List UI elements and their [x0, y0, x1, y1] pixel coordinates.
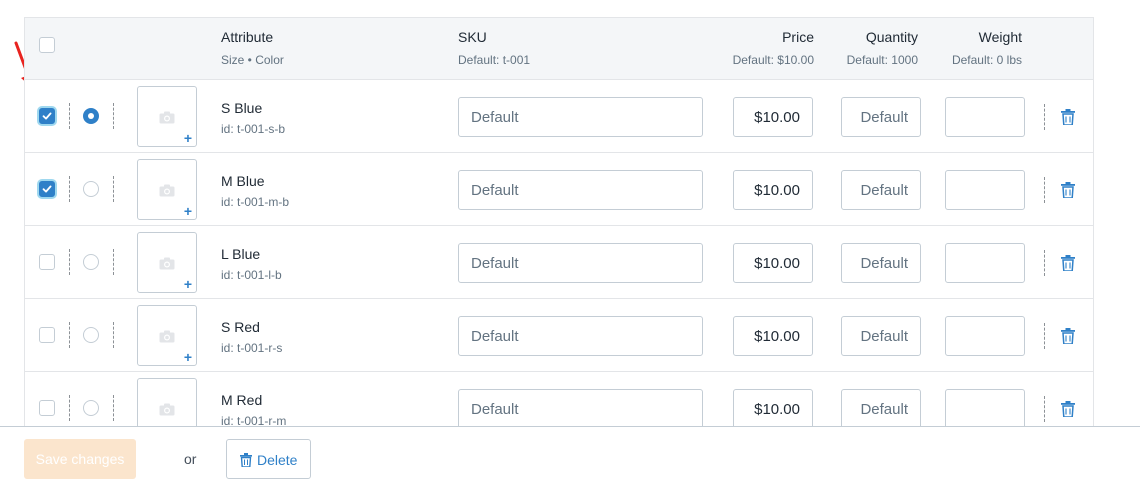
weight-column-title: Weight: [978, 29, 1022, 45]
delete-button[interactable]: Delete: [226, 439, 311, 479]
trash-icon[interactable]: [1061, 109, 1075, 125]
row-separator: [1044, 323, 1045, 349]
footer-bar: Save changes or Delete: [0, 426, 1140, 489]
drag-handle-left[interactable]: [69, 249, 70, 275]
variant-name: S Blue: [221, 100, 263, 116]
row-select-checkbox[interactable]: [39, 327, 55, 343]
row-select-checkbox[interactable]: [39, 181, 55, 197]
price-input[interactable]: [733, 243, 813, 283]
variant-id: id: t-001-m-b: [221, 195, 290, 209]
save-changes-button[interactable]: Save changes: [24, 439, 136, 479]
table-row: + L Blue id: t-001-l-b: [25, 226, 1093, 299]
price-column-title: Price: [782, 29, 814, 45]
sku-input[interactable]: [458, 97, 703, 137]
trash-icon[interactable]: [1061, 182, 1075, 198]
row-separator: [1044, 396, 1045, 422]
row-separator: [1044, 250, 1045, 276]
sku-column-title: SKU: [458, 29, 487, 45]
price-input[interactable]: [733, 389, 813, 427]
plus-icon: +: [183, 349, 192, 365]
sku-input[interactable]: [458, 316, 703, 356]
trash-icon[interactable]: [1061, 255, 1075, 271]
attribute-column-title: Attribute: [221, 29, 274, 45]
variant-id: id: t-001-s-b: [221, 122, 286, 136]
drag-handle-right[interactable]: [113, 103, 114, 129]
drag-handle-right[interactable]: [113, 176, 114, 202]
variant-name: S Red: [221, 319, 260, 335]
weight-input[interactable]: [945, 389, 1025, 427]
camera-icon: [159, 111, 175, 124]
table-row: + S Blue id: t-001-s-b: [25, 80, 1093, 153]
drag-handle-right[interactable]: [113, 322, 114, 348]
row-separator: [1044, 177, 1045, 203]
price-input[interactable]: [733, 97, 813, 137]
quantity-column-default: Default: 1000: [846, 53, 918, 67]
check-icon: [42, 185, 52, 193]
price-input[interactable]: [733, 170, 813, 210]
or-text: or: [184, 451, 197, 467]
sku-input[interactable]: [458, 389, 703, 427]
variant-name: M Blue: [221, 173, 265, 189]
default-variant-radio[interactable]: [83, 400, 99, 416]
drag-handle-left[interactable]: [69, 103, 70, 129]
quantity-input[interactable]: [841, 243, 921, 283]
sku-column-default: Default: t-001: [458, 53, 531, 67]
quantity-input[interactable]: [841, 97, 921, 137]
camera-icon: [159, 330, 175, 343]
variant-name: L Blue: [221, 246, 261, 262]
drag-handle-left[interactable]: [69, 176, 70, 202]
quantity-input[interactable]: [841, 389, 921, 427]
select-all-checkbox[interactable]: [39, 37, 55, 53]
table-row: + S Red id: t-001-r-s: [25, 299, 1093, 372]
weight-input[interactable]: [945, 97, 1025, 137]
variant-image-upload[interactable]: +: [137, 232, 197, 293]
variant-image-upload[interactable]: +: [137, 159, 197, 220]
default-variant-radio[interactable]: [83, 254, 99, 270]
weight-input[interactable]: [945, 316, 1025, 356]
camera-icon: [159, 403, 175, 416]
sku-input[interactable]: [458, 243, 703, 283]
quantity-input[interactable]: [841, 316, 921, 356]
drag-handle-left[interactable]: [69, 322, 70, 348]
variants-table: Attribute Size • Color SKU Default: t-00…: [24, 17, 1094, 427]
plus-icon: +: [183, 203, 192, 219]
table-row: + M Red id: t-001-r-m: [25, 372, 1093, 427]
default-variant-radio[interactable]: [83, 181, 99, 197]
camera-icon: [159, 257, 175, 270]
weight-input[interactable]: [945, 170, 1025, 210]
table-row: + M Blue id: t-001-m-b: [25, 153, 1093, 226]
drag-handle-right[interactable]: [113, 395, 114, 421]
trash-icon: [240, 453, 252, 467]
table-header: Attribute Size • Color SKU Default: t-00…: [25, 18, 1093, 80]
plus-icon: +: [183, 130, 192, 146]
variant-id: id: t-001-r-s: [221, 341, 283, 355]
check-icon: [42, 112, 52, 120]
price-column-default: Default: $10.00: [732, 53, 814, 67]
plus-icon: +: [183, 276, 192, 292]
variant-image-upload[interactable]: +: [137, 86, 197, 147]
weight-input[interactable]: [945, 243, 1025, 283]
variant-name: M Red: [221, 392, 263, 408]
quantity-column-title: Quantity: [865, 29, 918, 45]
trash-icon[interactable]: [1061, 328, 1075, 344]
camera-icon: [159, 184, 175, 197]
row-select-checkbox[interactable]: [39, 108, 55, 124]
quantity-input[interactable]: [841, 170, 921, 210]
weight-column-default: Default: 0 lbs: [951, 53, 1022, 67]
row-select-checkbox[interactable]: [39, 400, 55, 416]
sku-input[interactable]: [458, 170, 703, 210]
row-select-checkbox[interactable]: [39, 254, 55, 270]
variant-image-upload[interactable]: +: [137, 305, 197, 366]
row-separator: [1044, 104, 1045, 130]
drag-handle-right[interactable]: [113, 249, 114, 275]
price-input[interactable]: [733, 316, 813, 356]
default-variant-radio[interactable]: [83, 108, 99, 124]
trash-icon[interactable]: [1061, 401, 1075, 417]
variant-image-upload[interactable]: +: [137, 378, 197, 427]
variant-id: id: t-001-l-b: [221, 268, 282, 282]
attribute-column-subtitle: Size • Color: [221, 53, 284, 67]
default-variant-radio[interactable]: [83, 327, 99, 343]
delete-button-label: Delete: [257, 452, 298, 468]
drag-handle-left[interactable]: [69, 395, 70, 421]
